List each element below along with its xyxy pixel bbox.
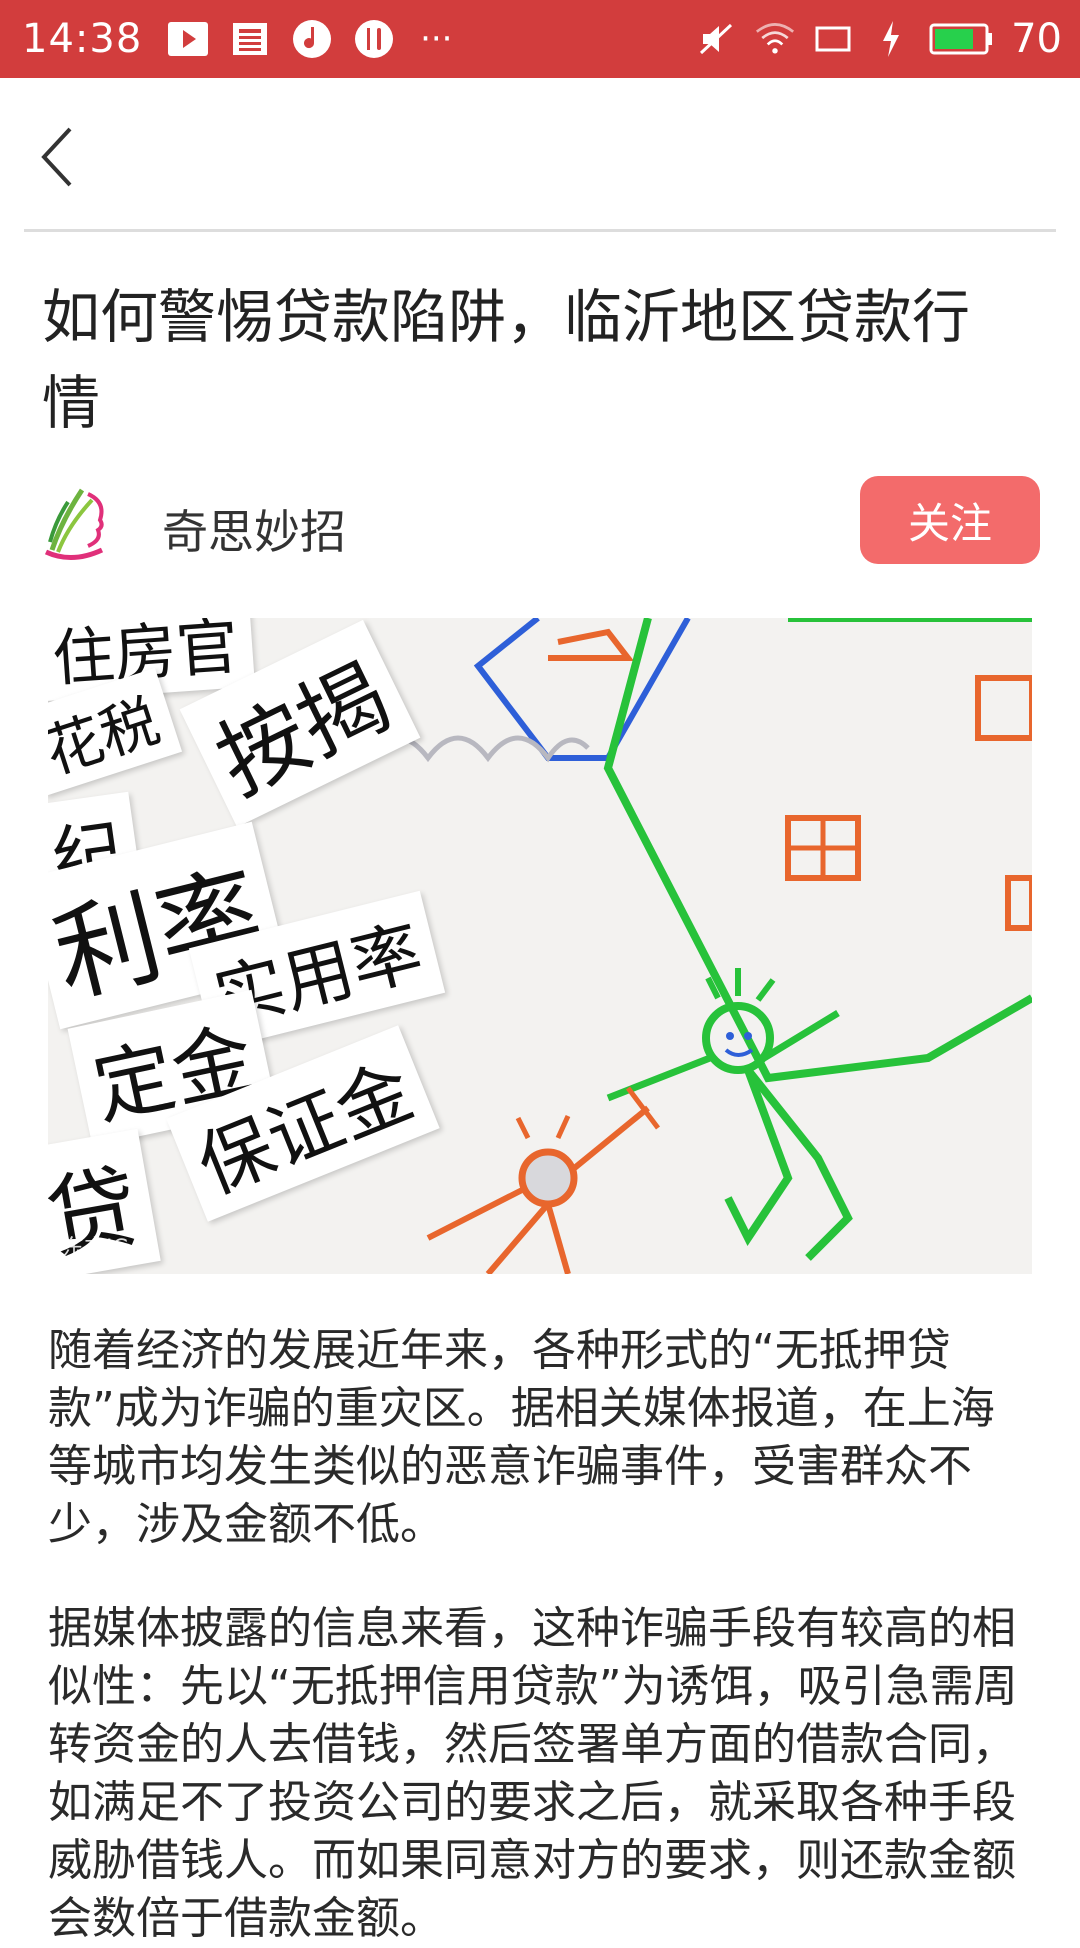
chevron-left-icon	[41, 127, 72, 187]
article-paragraph: 据媒体披露的信息来看，这种诈骗手段有较高的相似性：先以“无抵押信用贷款”为诱饵，…	[48, 1603, 1018, 1944]
follow-button[interactable]: 关注	[860, 476, 1040, 564]
article-paragraph: 随着经济的发展近年来，各种形式的“无抵押贷款”成为诈骗的重灾区。据相关媒体报道，…	[48, 1325, 995, 1550]
mute-icon	[697, 19, 737, 59]
article-title: 如何警惕贷款陷阱，临沂地区贷款行情	[42, 283, 971, 437]
author-row: 奇思妙招 关注	[42, 474, 1040, 570]
more-notifications-icon: ···	[420, 19, 453, 59]
app-bar	[0, 78, 1080, 232]
article-image: 住房官 花税 按揭 纪 利率 实用率 定金 保证金 贷 东方IC	[48, 618, 1032, 1274]
status-bar: 14:38 ··· 70	[0, 0, 1080, 78]
header-divider	[24, 229, 1056, 232]
music-icon	[292, 19, 332, 59]
notification-icons: ···	[168, 19, 456, 59]
system-icons: 70	[697, 0, 1062, 78]
screen-cast-icon	[813, 19, 853, 59]
battery-icon	[929, 19, 993, 59]
battery-level: 70	[1011, 16, 1062, 62]
charging-icon	[871, 19, 911, 59]
back-button[interactable]	[28, 122, 88, 192]
news-icon	[230, 19, 270, 59]
food-icon	[354, 19, 394, 59]
wifi-icon	[755, 19, 795, 59]
status-time: 14:38	[22, 16, 143, 62]
author-name[interactable]: 奇思妙招	[162, 496, 346, 562]
image-watermark: 东方IC	[62, 1236, 128, 1261]
video-icon	[168, 19, 209, 59]
author-avatar[interactable]	[42, 480, 122, 564]
